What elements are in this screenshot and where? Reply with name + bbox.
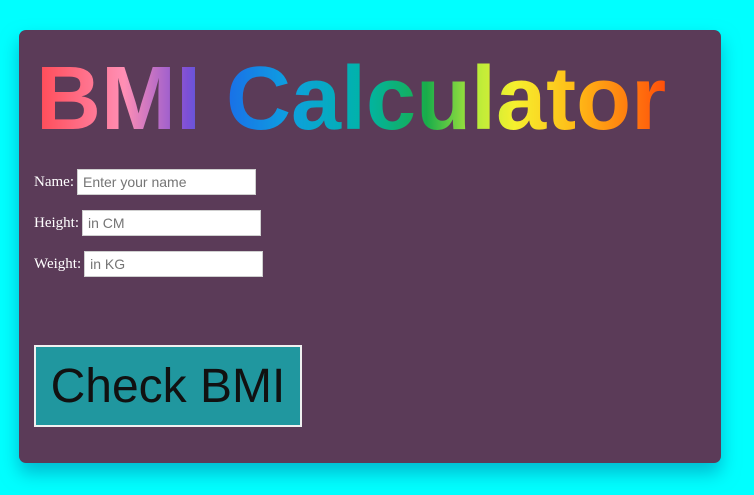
name-label: Name:: [34, 173, 74, 190]
name-input[interactable]: [76, 169, 256, 195]
page-title: BMI Calculator: [36, 44, 666, 154]
weight-field-row: Weight:: [34, 251, 264, 277]
height-field-row: Height:: [34, 210, 261, 236]
weight-label: Weight:: [34, 255, 82, 272]
weight-input[interactable]: [84, 251, 264, 277]
height-input[interactable]: [82, 210, 261, 236]
bmi-calculator-card: BMI Calculator Name: Height: Weight: Che…: [19, 30, 721, 463]
check-bmi-button[interactable]: Check BMI: [34, 345, 302, 427]
name-field-row: Name:: [34, 169, 256, 195]
height-label: Height:: [34, 214, 79, 231]
